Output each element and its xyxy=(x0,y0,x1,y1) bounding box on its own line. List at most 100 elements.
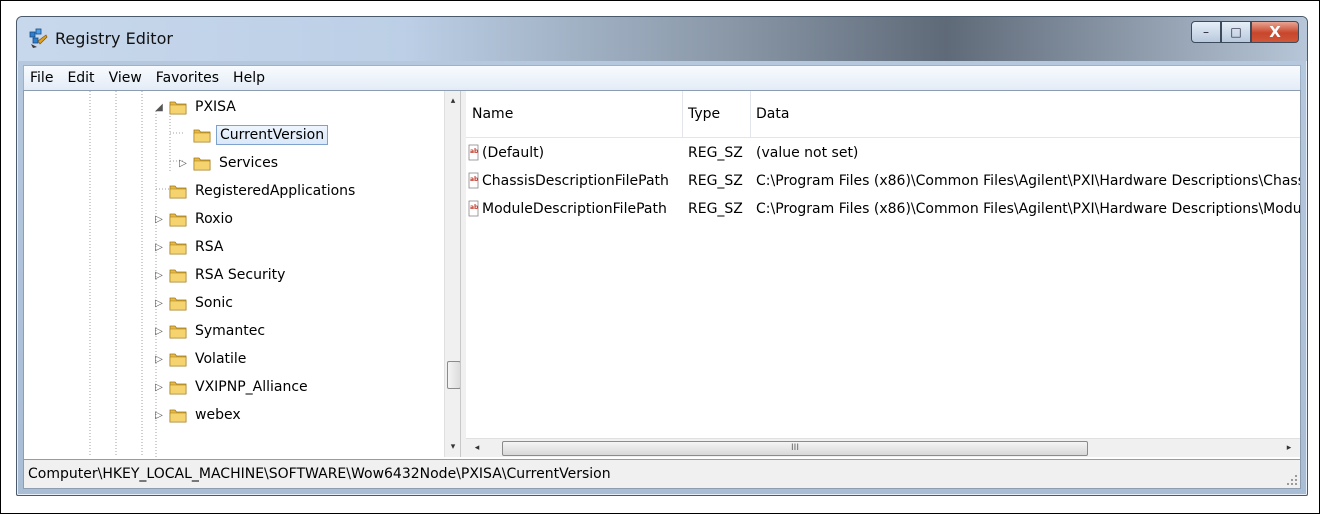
list-header: Name Type Data xyxy=(466,91,1300,138)
window-title: Registry Editor xyxy=(55,29,173,48)
column-header-name[interactable]: Name xyxy=(466,91,683,137)
folder-icon xyxy=(169,379,187,395)
scroll-up-arrow-icon[interactable]: ▴ xyxy=(445,93,460,109)
value-data: (value not set) xyxy=(756,145,859,161)
key-tree-pane[interactable]: ◢ PXISA CurrentVersion ▷ Services RegisteredA… xyxy=(24,91,460,457)
folder-icon xyxy=(169,295,187,311)
menu-help[interactable]: Help xyxy=(226,70,272,86)
folder-icon xyxy=(169,351,187,367)
folder-icon xyxy=(169,239,187,255)
tree-item-label: PXISA xyxy=(195,99,236,115)
status-bar: Computer\HKEY_LOCAL_MACHINE\SOFTWARE\Wow… xyxy=(23,459,1301,489)
expand-arrow-icon[interactable]: ▷ xyxy=(152,298,166,309)
tree-item[interactable]: ▷ RSA Security xyxy=(152,261,288,289)
scroll-grip-icon: III xyxy=(791,443,799,453)
tree-vertical-scrollbar[interactable]: ▴ ▾ xyxy=(444,91,460,457)
menu-bar: File Edit View Favorites Help xyxy=(23,65,1301,90)
list-row[interactable]: ab (Default) REG_SZ (value not set) xyxy=(466,139,1300,167)
title-bar[interactable]: Registry Editor – □ X xyxy=(17,17,1307,61)
value-name-cell: ab (Default) xyxy=(468,139,678,167)
tree-item-label: Symantec xyxy=(195,323,266,339)
string-value-icon: ab xyxy=(468,172,482,189)
column-header-data[interactable]: Data xyxy=(750,91,1300,137)
string-value-icon: ab xyxy=(468,200,482,217)
current-key-path: Computer\HKEY_LOCAL_MACHINE\SOFTWARE\Wow… xyxy=(28,466,611,482)
value-type: REG_SZ xyxy=(688,173,743,189)
tree-item[interactable]: ▷ Volatile xyxy=(152,345,249,373)
maximize-button[interactable]: □ xyxy=(1221,21,1251,43)
scroll-down-arrow-icon[interactable]: ▾ xyxy=(445,439,460,455)
menu-edit[interactable]: Edit xyxy=(60,70,101,86)
value-name: ChassisDescriptionFilePath xyxy=(482,173,669,189)
minimize-button[interactable]: – xyxy=(1191,21,1221,43)
list-row[interactable]: ab ChassisDescriptionFilePath REG_SZ C:\Pro… xyxy=(466,167,1300,195)
content-area: ◢ PXISA CurrentVersion ▷ Services RegisteredA… xyxy=(23,90,1301,460)
tree-item[interactable]: ▷ RSA xyxy=(152,233,226,261)
menu-view[interactable]: View xyxy=(102,70,149,86)
tree-item-label: Volatile xyxy=(195,351,247,367)
column-header-type[interactable]: Type xyxy=(682,91,751,137)
expand-arrow-icon[interactable]: ▷ xyxy=(152,410,166,421)
expand-arrow-icon[interactable]: ▷ xyxy=(152,326,166,337)
tree-item[interactable]: ▷ Services xyxy=(176,149,281,177)
folder-icon xyxy=(169,99,187,115)
value-data: C:\Program Files (x86)\Common Files\Agil… xyxy=(756,173,1300,189)
tree-item[interactable]: ◢ PXISA xyxy=(152,93,239,121)
folder-icon xyxy=(169,211,187,227)
tree-item-label: RSA xyxy=(195,239,224,255)
tree-item-label: webex xyxy=(195,407,241,423)
list-horizontal-scrollbar[interactable]: ◂ III ▸ xyxy=(466,438,1300,457)
expand-arrow-icon[interactable]: ▷ xyxy=(152,354,166,365)
menu-file[interactable]: File xyxy=(24,70,60,86)
maximize-icon: □ xyxy=(1230,25,1242,39)
tree-item[interactable]: RegisteredApplications xyxy=(152,177,358,205)
folder-icon xyxy=(169,407,187,423)
menu-favorites[interactable]: Favorites xyxy=(149,70,226,86)
registry-editor-window: Registry Editor – □ X File Edit View Fav… xyxy=(16,16,1308,496)
collapse-arrow-icon[interactable]: ◢ xyxy=(152,102,166,113)
value-type: REG_SZ xyxy=(688,201,743,217)
tree-item[interactable]: ▷ Roxio xyxy=(152,205,236,233)
tree-item[interactable]: ▷ webex xyxy=(152,401,244,429)
value-name: ModuleDescriptionFilePath xyxy=(482,201,667,217)
list-scroll-thumb[interactable]: III xyxy=(502,441,1088,456)
scroll-left-arrow-icon[interactable]: ◂ xyxy=(468,439,486,457)
tree-item[interactable]: ▷ Symantec xyxy=(152,317,268,345)
svg-text:ab: ab xyxy=(470,148,479,155)
folder-icon xyxy=(193,155,211,171)
tree-item[interactable]: ▷ Sonic xyxy=(152,289,236,317)
tree-item-label: Services xyxy=(219,155,279,171)
values-list-pane[interactable]: Name Type Data ab (Default) REG_SZ (value n… xyxy=(466,91,1300,457)
resize-grip-icon[interactable] xyxy=(1286,474,1298,486)
tree-item[interactable]: ▷ VXIPNP_Alliance xyxy=(152,373,311,401)
value-type: REG_SZ xyxy=(688,145,743,161)
close-button[interactable]: X xyxy=(1251,21,1299,43)
value-name: (Default) xyxy=(482,145,545,161)
value-name-cell: ab ModuleDescriptionFilePath xyxy=(468,195,678,223)
minimize-icon: – xyxy=(1203,25,1209,39)
tree-item-label: CurrentVersion xyxy=(216,125,329,145)
value-name-cell: ab ChassisDescriptionFilePath xyxy=(468,167,678,195)
tree-scroll-thumb[interactable] xyxy=(447,361,460,389)
folder-icon xyxy=(193,127,211,143)
tree-item-label: VXIPNP_Alliance xyxy=(195,379,308,395)
svg-text:ab: ab xyxy=(470,176,479,183)
scroll-right-arrow-icon[interactable]: ▸ xyxy=(1280,439,1298,457)
expand-arrow-icon[interactable]: ▷ xyxy=(152,382,166,393)
value-data: C:\Program Files (x86)\Common Files\Agil… xyxy=(756,201,1300,217)
folder-icon xyxy=(169,183,187,199)
expand-arrow-icon[interactable]: ▷ xyxy=(152,214,166,225)
list-row[interactable]: ab ModuleDescriptionFilePath REG_SZ C:\Prog… xyxy=(466,195,1300,223)
caption-buttons: – □ X xyxy=(1191,21,1299,43)
tree-item[interactable]: CurrentVersion xyxy=(176,121,329,149)
expand-arrow-icon[interactable]: ▷ xyxy=(152,242,166,253)
folder-icon xyxy=(169,267,187,283)
string-value-icon: ab xyxy=(468,144,482,161)
tree-item-label: Roxio xyxy=(195,211,233,227)
svg-text:ab: ab xyxy=(470,204,479,211)
tree-item-label: Sonic xyxy=(195,295,233,311)
registry-editor-icon xyxy=(29,28,48,48)
folder-icon xyxy=(169,323,187,339)
expand-arrow-icon[interactable]: ▷ xyxy=(152,270,166,281)
expand-arrow-icon[interactable]: ▷ xyxy=(176,158,190,169)
